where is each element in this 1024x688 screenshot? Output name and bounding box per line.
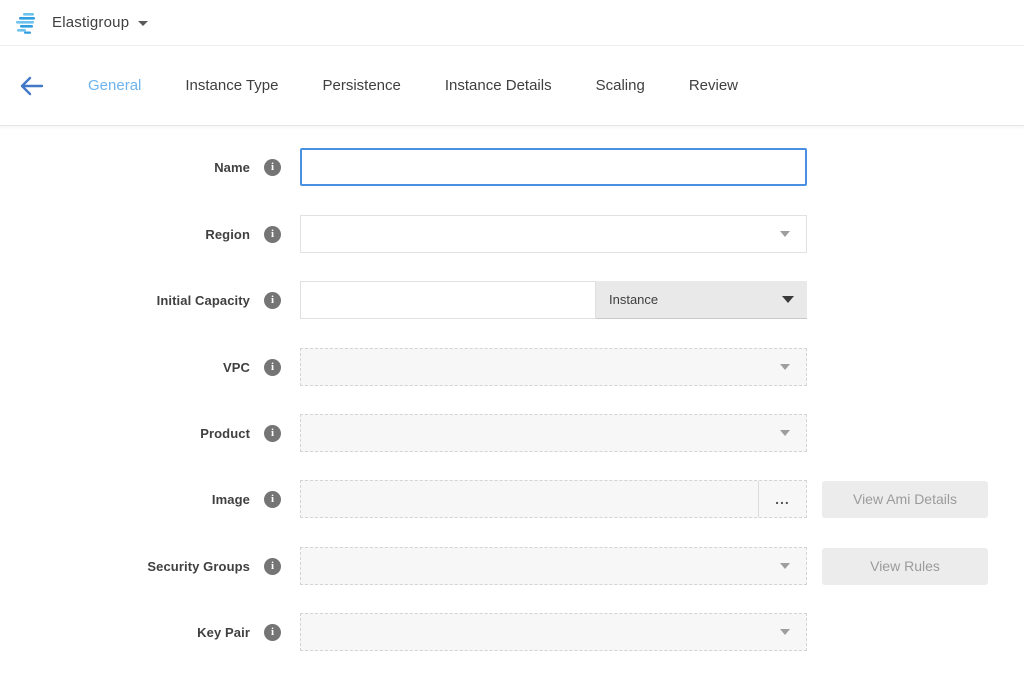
form-row-initial-capacity: Initial Capacity i Instance <box>0 281 1024 319</box>
tab-instance-type[interactable]: Instance Type <box>185 77 278 94</box>
security-groups-label: Security Groups <box>0 559 250 574</box>
info-icon[interactable]: i <box>264 425 281 442</box>
elastigroup-logo-icon <box>14 10 40 36</box>
info-icon[interactable]: i <box>264 558 281 575</box>
info-icon[interactable]: i <box>264 359 281 376</box>
initial-capacity-input[interactable] <box>300 281 596 319</box>
view-ami-details-button[interactable]: View Ami Details <box>822 481 988 518</box>
security-groups-select <box>300 547 807 585</box>
tab-review[interactable]: Review <box>689 77 738 94</box>
name-label: Name <box>0 160 250 175</box>
form-row-security-groups: Security Groups i View Rules <box>0 547 1024 585</box>
chevron-down-icon <box>780 231 790 237</box>
vpc-select <box>300 348 807 386</box>
chevron-down-icon <box>780 563 790 569</box>
info-icon[interactable]: i <box>264 159 281 176</box>
chevron-down-icon <box>780 364 790 370</box>
tab-persistence[interactable]: Persistence <box>323 77 401 94</box>
elastigroup-creation-wizard: Elastigroup General Instance Type Persis… <box>0 0 1024 688</box>
vpc-label: VPC <box>0 360 250 375</box>
wizard-tabs: General Instance Type Persistence Instan… <box>88 77 738 94</box>
region-label: Region <box>0 227 250 242</box>
tab-general[interactable]: General <box>88 77 141 94</box>
form-row-name: Name i <box>0 148 1024 186</box>
form-row-region: Region i <box>0 215 1024 253</box>
chevron-down-icon <box>780 430 790 436</box>
initial-capacity-label: Initial Capacity <box>0 293 250 308</box>
region-select[interactable] <box>300 215 807 253</box>
back-arrow-icon[interactable] <box>18 74 44 98</box>
wizard-tab-bar: General Instance Type Persistence Instan… <box>0 46 1024 126</box>
image-label: Image <box>0 492 250 507</box>
key-pair-label: Key Pair <box>0 625 250 640</box>
form-row-vpc: VPC i <box>0 348 1024 386</box>
form-row-key-pair: Key Pair i <box>0 613 1024 651</box>
tab-instance-details[interactable]: Instance Details <box>445 77 552 94</box>
product-label: Product <box>0 426 250 441</box>
form-row-image: Image i ... View Ami Details <box>0 480 1024 518</box>
chevron-down-icon[interactable] <box>138 21 148 26</box>
info-icon[interactable]: i <box>264 292 281 309</box>
general-settings-form: Name i Region i Initial Capacity i In <box>0 126 1024 688</box>
name-input[interactable] <box>300 148 807 186</box>
key-pair-select <box>300 613 807 651</box>
chevron-down-icon <box>782 296 794 303</box>
capacity-unit-select[interactable]: Instance <box>596 281 807 319</box>
product-switcher-label[interactable]: Elastigroup <box>52 14 129 31</box>
chevron-down-icon <box>780 629 790 635</box>
view-rules-button[interactable]: View Rules <box>822 548 988 585</box>
browse-image-button[interactable]: ... <box>758 481 806 517</box>
tab-scaling[interactable]: Scaling <box>596 77 645 94</box>
info-icon[interactable]: i <box>264 491 281 508</box>
form-row-product: Product i <box>0 414 1024 452</box>
capacity-unit-value: Instance <box>609 292 658 307</box>
top-bar: Elastigroup <box>0 0 1024 46</box>
image-input: ... <box>300 480 807 518</box>
info-icon[interactable]: i <box>264 624 281 641</box>
product-select <box>300 414 807 452</box>
info-icon[interactable]: i <box>264 226 281 243</box>
